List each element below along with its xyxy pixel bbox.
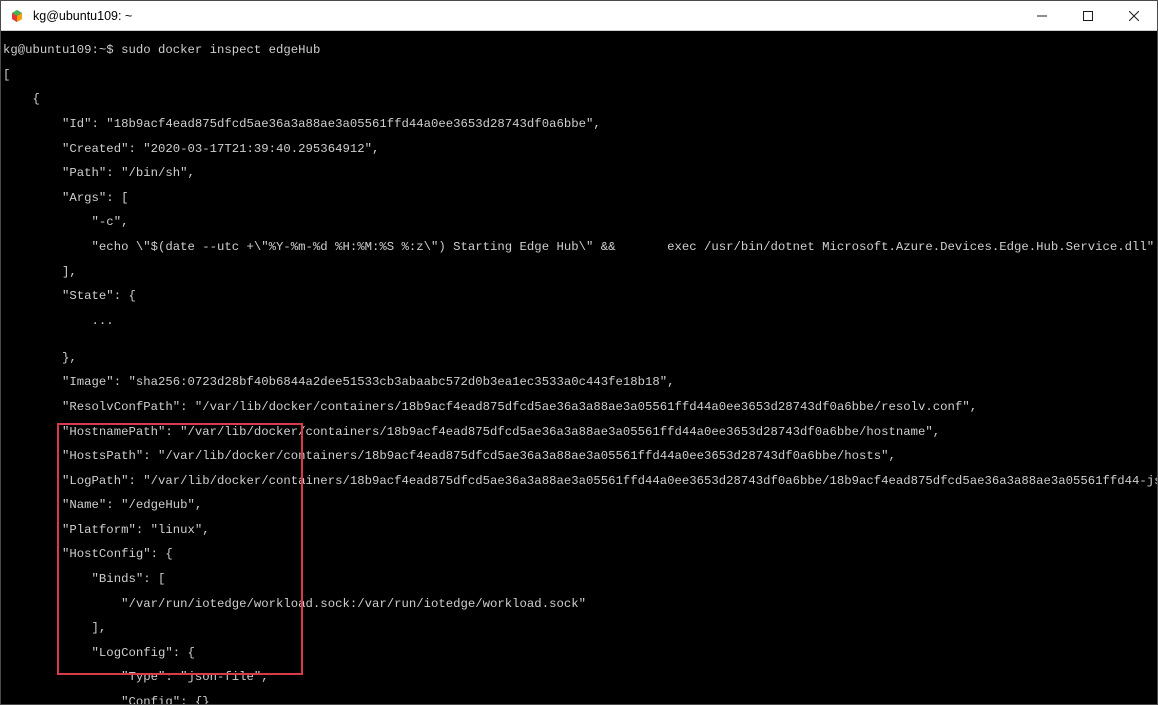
terminal-line: { (3, 93, 1157, 105)
terminal-line: "LogPath": "/var/lib/docker/containers/1… (3, 475, 1157, 487)
terminal-line: "-c", (3, 216, 1157, 228)
terminal-line: "Platform": "linux", (3, 524, 1157, 536)
terminal-line: "/var/run/iotedge/workload.sock:/var/run… (3, 598, 1157, 610)
terminal-line: "Binds": [ (3, 573, 1157, 585)
terminal-line: "LogConfig": { (3, 647, 1157, 659)
shell-command: sudo docker inspect edgeHub (121, 43, 320, 57)
terminal-line: "HostnamePath": "/var/lib/docker/contain… (3, 426, 1157, 438)
titlebar[interactable]: kg@ubuntu109: ~ (1, 1, 1157, 31)
app-window: kg@ubuntu109: ~ kg@ubuntu109:~$ sudo doc… (0, 0, 1158, 705)
close-button[interactable] (1111, 1, 1157, 31)
terminal-line: ... (3, 315, 1157, 327)
client-area: kg@ubuntu109:~$ sudo docker inspect edge… (1, 31, 1157, 704)
terminal-line: "Config": {} (3, 696, 1157, 704)
terminal[interactable]: kg@ubuntu109:~$ sudo docker inspect edge… (1, 31, 1157, 704)
terminal-line: ], (3, 622, 1157, 634)
terminal-line: "Created": "2020-03-17T21:39:40.29536491… (3, 143, 1157, 155)
terminal-line: "HostsPath": "/var/lib/docker/containers… (3, 450, 1157, 462)
terminal-line: ], (3, 266, 1157, 278)
terminal-line: [ (3, 69, 1157, 81)
terminal-line: "Image": "sha256:0723d28bf40b6844a2dee51… (3, 376, 1157, 388)
terminal-line: "Path": "/bin/sh", (3, 167, 1157, 179)
terminal-line: "Id": "18b9acf4ead875dfcd5ae36a3a88ae3a0… (3, 118, 1157, 130)
shell-prompt: kg@ubuntu109:~$ (3, 43, 121, 57)
maximize-button[interactable] (1065, 1, 1111, 31)
terminal-line: "HostConfig": { (3, 548, 1157, 560)
terminal-line: kg@ubuntu109:~$ sudo docker inspect edge… (3, 44, 1157, 56)
terminal-line: }, (3, 352, 1157, 364)
app-icon (9, 8, 25, 24)
terminal-line: "ResolvConfPath": "/var/lib/docker/conta… (3, 401, 1157, 413)
terminal-line: "Name": "/edgeHub", (3, 499, 1157, 511)
terminal-line: "Args": [ (3, 192, 1157, 204)
terminal-line: "State": { (3, 290, 1157, 302)
minimize-button[interactable] (1019, 1, 1065, 31)
window-title: kg@ubuntu109: ~ (33, 9, 132, 23)
terminal-line: "echo \"$(date --utc +\"%Y-%m-%d %H:%M:%… (3, 241, 1157, 253)
terminal-line: "Type": "json-file", (3, 671, 1157, 683)
